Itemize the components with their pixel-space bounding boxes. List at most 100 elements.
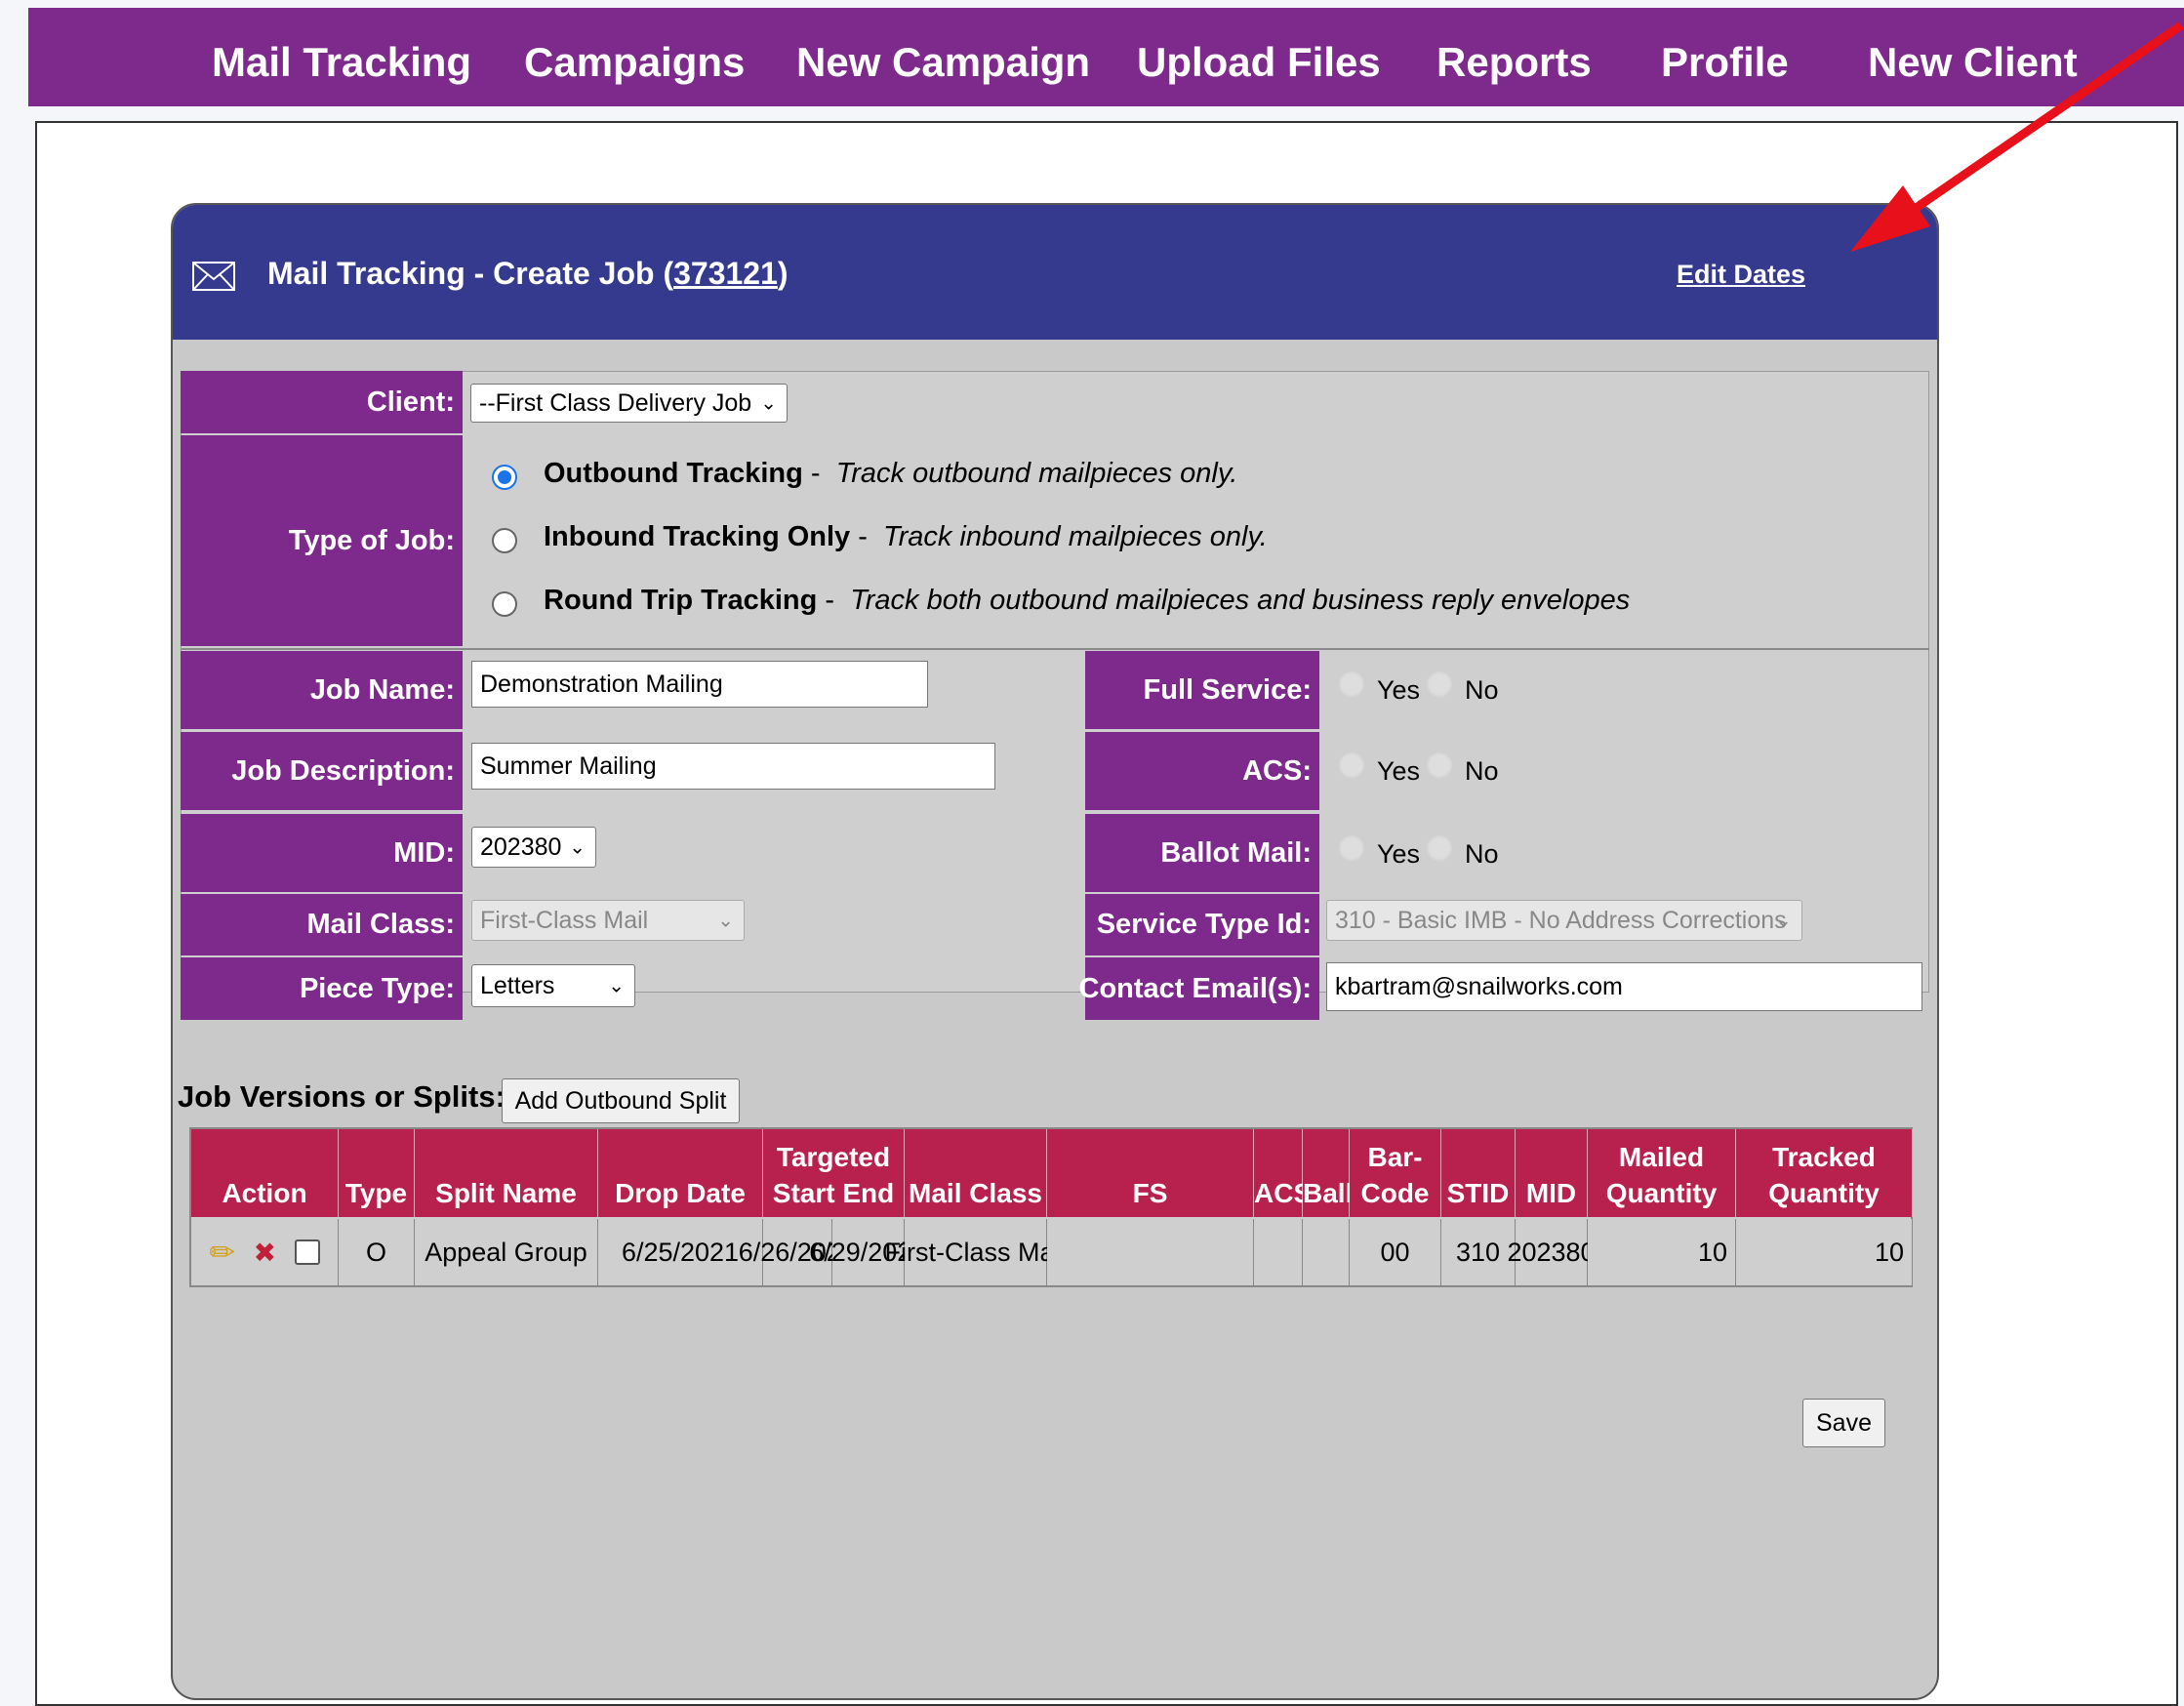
column-header: Ballot <box>1303 1129 1379 1217</box>
cell-type: O <box>339 1219 415 1285</box>
option-separator: - <box>850 521 868 552</box>
header-line1: Mailed <box>1618 1142 1705 1172</box>
nav-profile[interactable]: Profile <box>1661 39 1789 86</box>
column-header: ACS <box>1254 1129 1313 1217</box>
column-header: Mail Class <box>905 1129 1047 1217</box>
acs-yes-radio[interactable] <box>1339 752 1364 778</box>
option-desc: Track outbound mailpieces only. <box>835 458 1238 489</box>
mid-select[interactable]: 202380 ⌄ <box>471 827 596 868</box>
chevron-down-icon: ⌄ <box>717 910 734 932</box>
outbound-tracking-radio[interactable] <box>492 465 517 490</box>
ballot-mail-label: Ballot Mail: <box>1085 814 1319 892</box>
client-value: --First Class Delivery Job <box>479 388 752 417</box>
panel-header: Mail Tracking - Create Job (373121) Edit… <box>173 205 1937 340</box>
top-nav-bar: Mail Tracking Campaigns New Campaign Upl… <box>28 8 2184 106</box>
cell-mid: 202380 <box>1507 1219 1596 1285</box>
outbound-tracking-option: Outbound Tracking - Track outbound mailp… <box>544 458 1237 490</box>
nav-reports[interactable]: Reports <box>1436 39 1592 86</box>
mail-class-label: Mail Class: <box>181 894 463 955</box>
create-job-panel: Mail Tracking - Create Job (373121) Edit… <box>171 203 1939 1700</box>
piece-type-select[interactable]: Letters ⌄ <box>471 964 635 1007</box>
header-line2: ACS <box>1254 1178 1313 1208</box>
chevron-down-icon: ⌄ <box>608 975 625 997</box>
page-title: Mail Tracking - Create Job (373121) <box>267 256 789 292</box>
header-line2: Type <box>344 1178 408 1208</box>
header-line2: MID <box>1525 1178 1577 1208</box>
header-line2: Action <box>222 1178 307 1208</box>
mid-value: 202380 <box>480 833 562 861</box>
client-label: Client: <box>181 371 463 433</box>
header-line2: STID <box>1446 1178 1510 1208</box>
option-name: Inbound Tracking Only <box>544 521 851 552</box>
splits-label: Job Versions or Splits: <box>178 1079 506 1114</box>
option-desc: Track inbound mailpieces only. <box>883 521 1268 552</box>
save-button[interactable]: Save <box>1802 1399 1885 1447</box>
piece-type-label: Piece Type: <box>181 957 463 1020</box>
full-service-no-radio[interactable] <box>1427 671 1452 697</box>
nav-campaigns[interactable]: Campaigns <box>524 39 745 86</box>
nav-mail-tracking[interactable]: Mail Tracking <box>212 39 471 86</box>
type-of-job-label: Type of Job: <box>181 435 463 646</box>
edit-pencil-icon[interactable]: ✏ <box>209 1234 235 1271</box>
header-line2: Drop Date <box>615 1178 746 1208</box>
ballot-no-label: No <box>1465 839 1499 869</box>
add-outbound-split-button[interactable]: Add Outbound Split <box>502 1078 740 1123</box>
nav-new-campaign[interactable]: New Campaign <box>796 39 1090 86</box>
option-name: Round Trip Tracking <box>544 585 818 616</box>
header-line2: Mail Class <box>909 1178 1042 1208</box>
service-type-select[interactable]: 310 - Basic IMB - No Address Corrections… <box>1326 900 1802 941</box>
full-service-yes-radio[interactable] <box>1339 671 1364 697</box>
option-separator: - <box>817 585 835 616</box>
job-description-label: Job Description: <box>181 732 463 810</box>
option-separator: - <box>802 458 821 489</box>
ballot-no-radio[interactable] <box>1427 835 1452 861</box>
job-name-label: Job Name: <box>181 651 463 729</box>
column-header: STID <box>1441 1129 1516 1217</box>
job-id-link[interactable]: 373121 <box>673 256 778 291</box>
chevron-down-icon: ⌄ <box>569 836 586 859</box>
piece-type-value: Letters <box>480 971 555 999</box>
column-header: MID <box>1516 1129 1588 1217</box>
nav-new-client[interactable]: New Client <box>1868 39 2078 86</box>
nav-upload-files[interactable]: Upload Files <box>1137 39 1381 86</box>
header-line2: Quantity <box>1605 1178 1718 1208</box>
column-header: Action <box>191 1129 339 1217</box>
round-trip-radio[interactable] <box>492 591 517 617</box>
chevron-down-icon: ⌄ <box>1775 910 1792 932</box>
cell-tracked: 10 <box>1736 1219 1913 1285</box>
cell-acs <box>1254 1219 1303 1285</box>
header-line2: Code <box>1360 1178 1430 1208</box>
inbound-tracking-radio[interactable] <box>492 528 517 553</box>
divider <box>181 648 1929 650</box>
ballot-yes-radio[interactable] <box>1339 835 1364 861</box>
header-line2: FS <box>1132 1178 1168 1208</box>
option-desc: Track both outbound mailpieces and busin… <box>850 585 1631 616</box>
title-suffix: ) <box>777 256 789 291</box>
cell-mailed: 10 <box>1588 1219 1736 1285</box>
cell-split-name: Appeal Group <box>415 1219 598 1285</box>
column-header: FS <box>1047 1129 1254 1217</box>
mid-label: MID: <box>181 814 463 892</box>
round-trip-option: Round Trip Tracking - Track both outboun… <box>544 585 1630 617</box>
acs-yes-label: Yes <box>1377 756 1421 786</box>
job-name-field[interactable]: Demonstration Mailing <box>471 661 928 708</box>
acs-label: ACS: <box>1085 732 1319 810</box>
acs-no-label: No <box>1465 756 1499 786</box>
header-line2: Start End <box>772 1178 895 1208</box>
client-select[interactable]: --First Class Delivery Job ⌄ <box>470 384 788 423</box>
job-description-field[interactable]: Summer Mailing <box>471 743 995 790</box>
row-select-checkbox[interactable] <box>294 1239 320 1265</box>
edit-dates-link[interactable]: Edit Dates <box>1677 260 1805 290</box>
header-line1: Tracked <box>1772 1142 1876 1172</box>
mail-class-value: First-Class Mail <box>480 906 649 934</box>
contact-email-label: Contact Email(s): <box>1079 957 1319 1020</box>
header-line1: Bar- <box>1367 1142 1423 1172</box>
full-service-yes-label: Yes <box>1377 675 1421 705</box>
cell-fs <box>1047 1219 1254 1285</box>
cell-ballot <box>1303 1219 1350 1285</box>
contact-email-field[interactable]: kbartram@snailworks.com <box>1326 962 1922 1011</box>
acs-no-radio[interactable] <box>1427 752 1452 778</box>
column-header: Bar- Code <box>1350 1129 1441 1217</box>
mail-class-select[interactable]: First-Class Mail ⌄ <box>471 900 745 941</box>
delete-icon[interactable]: ✖ <box>254 1237 276 1269</box>
